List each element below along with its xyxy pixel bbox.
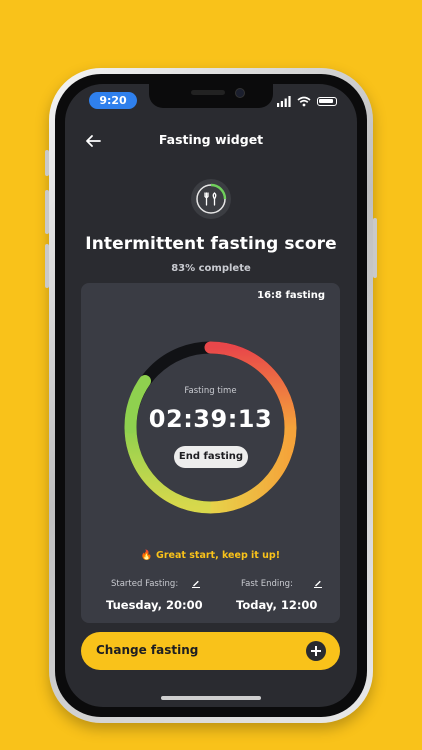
encouragement-text: 🔥 Great start, keep it up! (140, 550, 281, 561)
started-fasting-label: Started Fasting: (111, 579, 179, 589)
battery-icon (317, 96, 337, 106)
phone-power-button (373, 218, 377, 278)
fasting-time-label: Fasting time (184, 386, 237, 396)
started-fasting-value: Tuesday, 20:00 (106, 598, 203, 612)
plus-icon (306, 641, 326, 661)
end-fasting-button[interactable]: End fasting (174, 446, 248, 468)
score-title: Intermittent fasting score (85, 234, 337, 254)
signal-icon (277, 95, 291, 107)
fasting-plan-label: 16:8 fasting (257, 290, 325, 301)
fasting-card: 16:8 fasting Fasting time 02:39:13 End f… (81, 283, 340, 623)
speaker (191, 90, 225, 95)
phone-side-button (45, 244, 49, 288)
phone-screen: 9:20 Fasting widget Intermittent fasting… (65, 84, 357, 707)
fast-ending-label: Fast Ending: (241, 579, 293, 589)
fast-ending-value: Today, 12:00 (236, 598, 318, 612)
progress-text: 83% complete (171, 263, 251, 274)
home-indicator[interactable] (161, 696, 261, 700)
status-icons (277, 95, 337, 107)
wifi-icon (297, 96, 311, 106)
fasting-icon (191, 179, 231, 219)
edit-start-icon[interactable] (191, 578, 201, 588)
edit-end-icon[interactable] (313, 578, 323, 588)
phone-side-button (45, 150, 49, 176)
change-fasting-label: Change fasting (96, 643, 199, 657)
camera (235, 88, 245, 98)
status-time: 9:20 (89, 92, 137, 109)
notch (149, 84, 273, 108)
phone-side-button (45, 190, 49, 234)
header: Fasting widget (65, 128, 357, 154)
fasting-timer: 02:39:13 (148, 405, 273, 433)
page-title: Fasting widget (158, 132, 264, 147)
change-fasting-button[interactable]: Change fasting (81, 632, 340, 670)
